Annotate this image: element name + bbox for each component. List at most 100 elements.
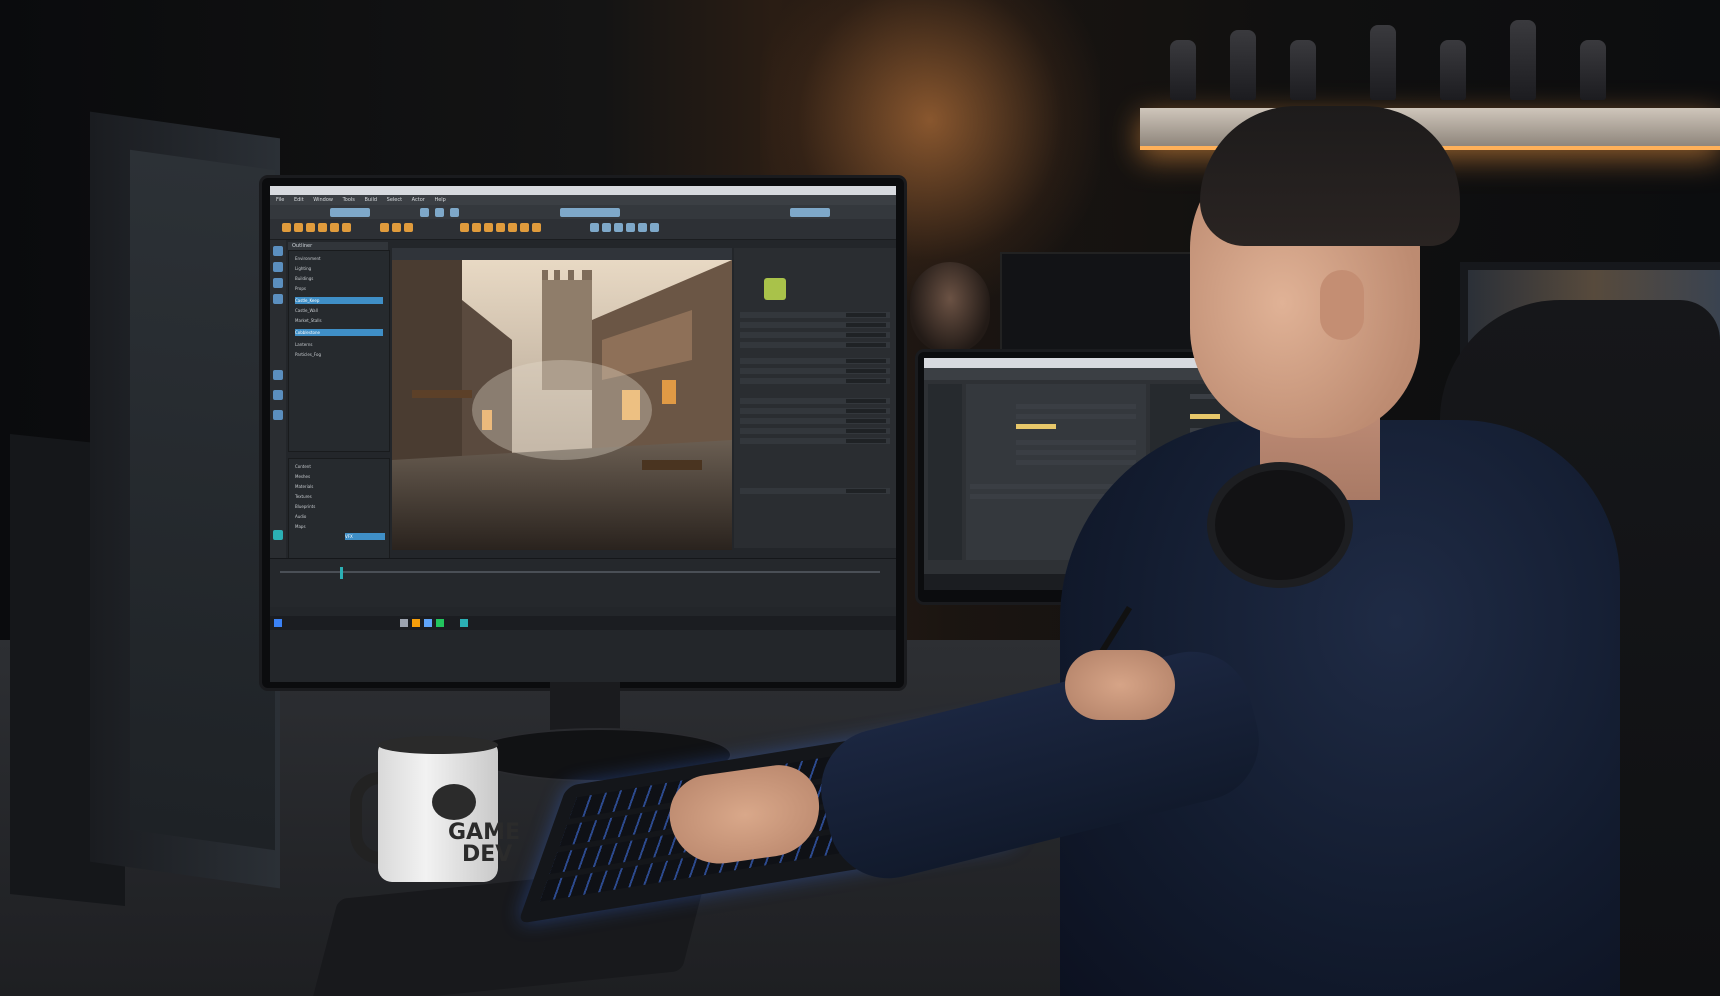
shelf-tool-icon[interactable] xyxy=(614,223,623,232)
taskbar-app-icon[interactable] xyxy=(412,619,420,627)
collectible-figure xyxy=(1510,20,1536,100)
content-row[interactable]: Audio xyxy=(295,513,306,520)
shelf-tool-icon[interactable] xyxy=(342,223,351,232)
property-row[interactable] xyxy=(740,322,890,328)
shelf-tool-icon[interactable] xyxy=(460,223,469,232)
timeline-track[interactable] xyxy=(280,571,880,573)
shelf-tool-icon[interactable] xyxy=(520,223,529,232)
content-browser-panel: Content Meshes Materials Textures Bluepr… xyxy=(288,458,390,560)
3d-viewport[interactable] xyxy=(392,260,732,550)
outliner-row[interactable]: Market_Stalls xyxy=(295,317,375,324)
shelf-tool-icon[interactable] xyxy=(380,223,389,232)
shelf-tool-icon[interactable] xyxy=(590,223,599,232)
shelf-tool-icon[interactable] xyxy=(330,223,339,232)
outliner-row[interactable]: Environment xyxy=(295,255,375,262)
move-tool-icon[interactable] xyxy=(273,262,283,272)
os-taskbar xyxy=(270,616,896,630)
shelf-tool-icon[interactable] xyxy=(472,223,481,232)
shelf-tool-icon[interactable] xyxy=(650,223,659,232)
layout-icon[interactable] xyxy=(273,410,283,420)
menu-item[interactable]: Window xyxy=(313,195,333,205)
undo-icon[interactable] xyxy=(435,208,444,217)
timeline-panel[interactable] xyxy=(270,558,896,607)
taskbar-app-icon[interactable] xyxy=(400,619,408,627)
property-row[interactable] xyxy=(740,428,890,434)
shelf-tool-icon[interactable] xyxy=(318,223,327,232)
menu-item[interactable]: Select xyxy=(387,195,402,205)
window-title-bar xyxy=(270,186,896,195)
layout-icon[interactable] xyxy=(273,390,283,400)
outliner-row[interactable]: Buildings xyxy=(295,275,375,282)
taskbar-app-icon[interactable] xyxy=(424,619,432,627)
rotate-tool-icon[interactable] xyxy=(273,278,283,288)
shelf-tool-icon[interactable] xyxy=(638,223,647,232)
content-row[interactable]: Blueprints xyxy=(295,503,315,510)
save-icon[interactable] xyxy=(420,208,429,217)
content-row[interactable]: Textures xyxy=(295,493,312,500)
select-tool-icon[interactable] xyxy=(273,246,283,256)
content-row[interactable]: Maps xyxy=(295,523,306,530)
prop-field-highlight[interactable] xyxy=(1190,414,1220,419)
outliner-header: Outliner xyxy=(288,242,388,250)
property-row[interactable] xyxy=(740,398,890,404)
background-monitor xyxy=(1000,252,1204,356)
search-field-icon[interactable] xyxy=(560,208,620,217)
snap-icon[interactable] xyxy=(273,530,283,540)
outliner-row-selected[interactable]: Castle_Keep xyxy=(295,297,383,304)
menu-item[interactable]: Help xyxy=(434,195,445,205)
property-row[interactable] xyxy=(740,342,890,348)
content-row[interactable]: Meshes xyxy=(295,473,310,480)
outliner-row[interactable]: Props xyxy=(295,285,375,292)
form-field[interactable] xyxy=(1016,404,1136,409)
content-row[interactable]: Materials xyxy=(295,483,313,490)
outliner-row[interactable]: Particles_Fog xyxy=(295,351,375,358)
property-row[interactable] xyxy=(740,358,890,364)
shelf-tool-icon[interactable] xyxy=(484,223,493,232)
play-settings-icon[interactable] xyxy=(790,208,830,217)
shelf-tool-icon[interactable] xyxy=(306,223,315,232)
menu-item[interactable]: Edit xyxy=(294,195,304,205)
shelf-tool-icon[interactable] xyxy=(294,223,303,232)
taskbar-app-icon[interactable] xyxy=(436,619,444,627)
property-row[interactable] xyxy=(740,378,890,384)
form-field[interactable] xyxy=(1016,460,1136,465)
scale-tool-icon[interactable] xyxy=(273,294,283,304)
shelf-tool-icon[interactable] xyxy=(404,223,413,232)
taskbar-app-icon[interactable] xyxy=(460,619,468,627)
property-row[interactable] xyxy=(740,368,890,374)
property-row[interactable] xyxy=(740,418,890,424)
shelf-tool-icon[interactable] xyxy=(602,223,611,232)
property-row[interactable] xyxy=(740,488,890,494)
person-hair xyxy=(1200,106,1460,246)
content-row-selected[interactable]: VFX xyxy=(345,533,385,540)
timeline-playhead[interactable] xyxy=(340,567,343,579)
shelf-tool-icon[interactable] xyxy=(282,223,291,232)
mode-dropdown-icon[interactable] xyxy=(330,208,370,217)
property-row[interactable] xyxy=(740,332,890,338)
form-field-highlight[interactable] xyxy=(1016,424,1056,429)
start-icon[interactable] xyxy=(274,619,282,627)
shelf-tool-icon[interactable] xyxy=(508,223,517,232)
property-row[interactable] xyxy=(740,408,890,414)
shelf-tool-icon[interactable] xyxy=(626,223,635,232)
form-field[interactable] xyxy=(1016,450,1136,455)
menu-item[interactable]: Actor xyxy=(412,195,425,205)
form-field[interactable] xyxy=(1016,440,1136,445)
toolbar-top xyxy=(270,205,896,219)
outliner-row[interactable]: Castle_Wall xyxy=(295,307,375,314)
menu-item[interactable]: Build xyxy=(364,195,377,205)
property-row[interactable] xyxy=(740,438,890,444)
shelf-tool-icon[interactable] xyxy=(496,223,505,232)
outliner-row-selected[interactable]: Cobblestone xyxy=(295,329,383,336)
shelf-tool-icon[interactable] xyxy=(532,223,541,232)
menu-item[interactable]: File xyxy=(276,195,284,205)
redo-icon[interactable] xyxy=(450,208,459,217)
menu-item[interactable]: Tools xyxy=(343,195,355,205)
shelf-tool-icon[interactable] xyxy=(392,223,401,232)
outliner-row[interactable]: Lighting xyxy=(295,265,375,272)
layout-icon[interactable] xyxy=(273,370,283,380)
form-field[interactable] xyxy=(1016,414,1136,419)
property-row[interactable] xyxy=(740,312,890,318)
mug-logo-icon xyxy=(432,784,476,820)
outliner-row[interactable]: Lanterns xyxy=(295,341,375,348)
